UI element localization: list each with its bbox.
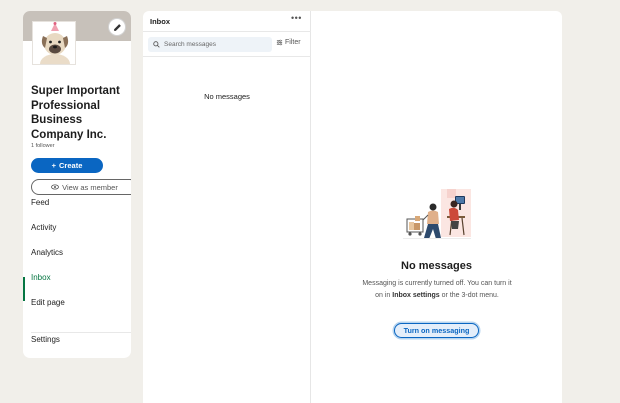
search-icon — [153, 41, 160, 48]
sidebar-item-feed[interactable]: Feed — [31, 198, 49, 207]
company-name[interactable]: Super Important Professional Business Co… — [31, 84, 129, 142]
empty-inbox-illustration — [403, 189, 471, 239]
follower-count: 1 follower — [31, 143, 55, 149]
view-as-member-label: View as member — [62, 182, 118, 192]
dog-logo-image — [33, 22, 75, 64]
search-divider — [143, 56, 311, 57]
list-empty-text: No messages — [204, 92, 250, 101]
header-divider — [143, 31, 311, 32]
company-sidebar-card: Super Important Professional Business Co… — [23, 11, 131, 358]
message-detail-pane: No messages Messaging is currently turne… — [311, 11, 562, 403]
create-button[interactable]: + Create — [31, 158, 103, 173]
turn-on-messaging-button[interactable]: Turn on messaging — [394, 323, 479, 338]
empty-state-title: No messages — [401, 260, 472, 272]
sidebar-item-activity[interactable]: Activity — [31, 223, 56, 232]
search-box[interactable] — [148, 37, 272, 52]
view-as-member-button[interactable]: View as member — [31, 179, 131, 195]
plus-icon: + — [51, 161, 57, 170]
inbox-card: Inbox ••• Filter No messages — [143, 11, 562, 403]
nav-divider — [31, 332, 131, 333]
edit-page-button[interactable] — [108, 18, 126, 36]
conversation-list-pane: Inbox ••• Filter No messages — [143, 11, 311, 403]
sidebar-item-analytics[interactable]: Analytics — [31, 248, 63, 257]
sidebar-item-edit-page[interactable]: Edit page — [31, 298, 65, 307]
inbox-settings-link[interactable]: Inbox settings — [392, 292, 439, 299]
filter-button[interactable]: Filter — [276, 39, 301, 46]
search-input[interactable] — [164, 41, 264, 48]
empty-desc-part-2: or the 3-dot menu. — [439, 291, 499, 299]
company-logo-avatar[interactable] — [32, 21, 76, 65]
inbox-title: Inbox — [150, 17, 170, 26]
filter-icon — [276, 39, 283, 46]
pencil-icon — [113, 23, 121, 31]
empty-state-description: Messaging is currently turned off. You c… — [359, 278, 515, 301]
ellipsis-icon[interactable]: ••• — [291, 13, 302, 23]
sidebar-item-inbox[interactable]: Inbox — [31, 273, 51, 282]
active-nav-indicator — [23, 277, 25, 301]
sidebar-item-settings[interactable]: Settings — [31, 335, 60, 344]
filter-label: Filter — [285, 39, 301, 46]
create-button-label: Create — [59, 161, 83, 170]
eye-icon — [51, 184, 60, 190]
